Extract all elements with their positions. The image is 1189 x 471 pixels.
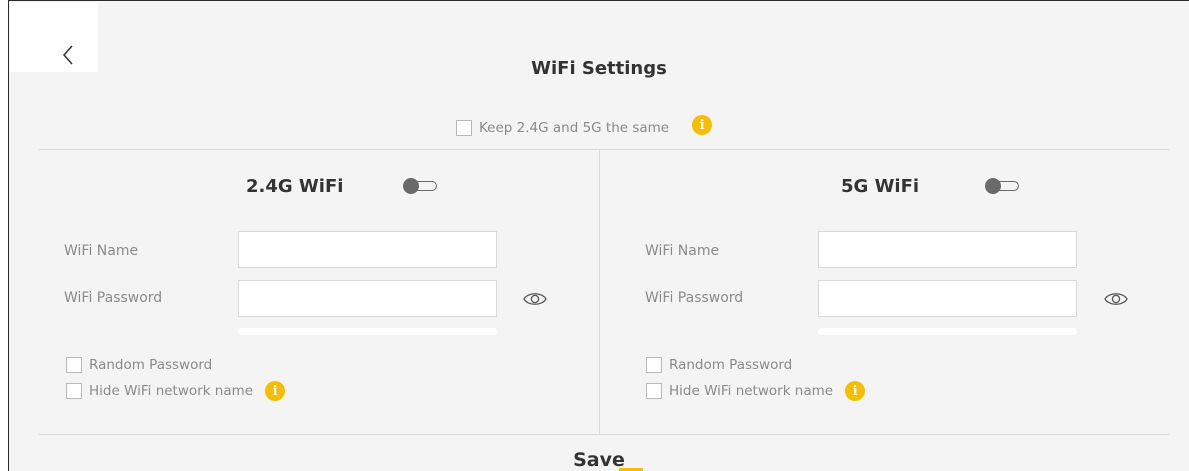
divider-center — [599, 149, 600, 434]
band-24g-random-password-label: Random Password — [89, 357, 213, 373]
save-button[interactable]: Save — [9, 449, 1189, 471]
band-24g-hide-name-checkbox[interactable] — [66, 383, 82, 399]
wifi-settings-panel: WiFi Settings Keep 2.4G and 5G the same … — [8, 0, 1189, 471]
band-24g-password-strength-bar — [238, 328, 497, 335]
info-icon[interactable]: i — [845, 381, 866, 401]
band-24g-hide-name-label: Hide WiFi network name — [89, 383, 254, 399]
keep-same-checkbox[interactable] — [456, 120, 472, 136]
band-24g-show-password-button[interactable] — [523, 291, 547, 307]
band-5g-hide-name-checkbox[interactable] — [646, 383, 662, 399]
info-icon[interactable]: i — [692, 115, 713, 135]
band-5g-wifi-password-label: WiFi Password — [645, 290, 744, 306]
keep-same-row: Keep 2.4G and 5G the same i — [456, 115, 713, 139]
band-24g-toggle[interactable] — [403, 178, 439, 194]
band-24g-wifi-password-input[interactable] — [238, 280, 497, 317]
band-24g-random-password-row: Random Password — [66, 355, 212, 375]
band-24g-title: 2.4G WiFi — [246, 176, 344, 197]
band-5g-random-password-row: Random Password — [646, 355, 792, 375]
info-icon[interactable]: i — [265, 381, 286, 401]
band-24g-wifi-password-label: WiFi Password — [64, 290, 163, 306]
band-5g-wifi-password-input[interactable] — [818, 280, 1077, 317]
band-5g-toggle[interactable] — [985, 178, 1021, 194]
eye-icon — [1104, 293, 1128, 305]
divider-top — [39, 149, 1169, 150]
eye-icon — [523, 293, 547, 305]
keep-same-label: Keep 2.4G and 5G the same — [479, 120, 670, 136]
band-5g-hide-name-label: Hide WiFi network name — [669, 383, 834, 399]
band-24g-wifi-name-label: WiFi Name — [64, 243, 139, 259]
band-5g-random-password-label: Random Password — [669, 357, 793, 373]
page-title: WiFi Settings — [531, 58, 667, 79]
band-5g-random-password-checkbox[interactable] — [646, 357, 662, 373]
band-24g-wifi-name-input[interactable] — [238, 231, 497, 268]
band-5g-wifi-name-label: WiFi Name — [645, 243, 720, 259]
band-5g-hide-name-row: Hide WiFi network name i — [646, 381, 866, 401]
divider-bottom — [39, 434, 1169, 435]
band-5g-wifi-name-input[interactable] — [818, 231, 1077, 268]
band-24g-random-password-checkbox[interactable] — [66, 357, 82, 373]
band-24g-hide-name-row: Hide WiFi network name i — [66, 381, 286, 401]
band-5g-password-strength-bar — [818, 328, 1077, 335]
band-5g-show-password-button[interactable] — [1104, 291, 1128, 307]
band-5g-title: 5G WiFi — [841, 176, 920, 197]
